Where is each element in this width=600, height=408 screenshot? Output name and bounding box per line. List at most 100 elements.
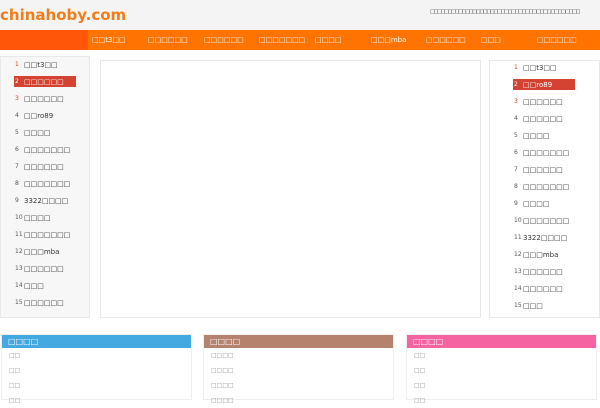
rank-number: 12 (514, 251, 522, 258)
nav-item[interactable]: □□□□□□ (204, 36, 244, 44)
rank-item[interactable]: 14 □□□□□□ (513, 283, 575, 294)
rank-number: 9 (15, 197, 19, 204)
nav-item[interactable]: □□□ (481, 36, 501, 44)
site-logo[interactable]: chinahoby.com (0, 6, 126, 24)
category-link[interactable]: □□ (407, 363, 596, 378)
rank-number: 11 (15, 231, 23, 238)
category-link[interactable]: □□ (407, 378, 596, 393)
rank-number: 1 (514, 64, 518, 71)
rank-title: □□□□□□ (523, 114, 563, 123)
rank-item[interactable]: 2 □□ro89 (513, 79, 575, 90)
rank-number: 2 (514, 81, 518, 88)
rank-item[interactable]: 10 □□□□□□□ (513, 215, 575, 226)
rank-number: 5 (15, 129, 19, 136)
rank-number: 13 (15, 265, 23, 272)
rank-item[interactable]: 4 □□□□□□ (513, 113, 575, 124)
rank-item[interactable]: 10 □□□□ (14, 212, 76, 223)
rank-title: □□□□□□ (24, 162, 64, 171)
category-link[interactable]: □□ (407, 393, 596, 408)
rank-item[interactable]: 3 □□□□□□ (14, 93, 76, 104)
left-rank-list: 1 □□t3□□ 2 □□□□□□ 3 □□□□□□ 4 □□ro89 5 □□□□ 6 □□□□□□… (0, 56, 90, 318)
rank-item[interactable]: 15 □□□ (513, 300, 575, 311)
rank-item[interactable]: 1 □□t3□□ (14, 59, 76, 70)
category-title[interactable]: □□□□ (407, 335, 596, 348)
rank-item[interactable]: 2 □□□□□□ (14, 76, 76, 87)
rank-item[interactable]: 4 □□ro89 (14, 110, 76, 121)
rank-number: 3 (15, 95, 19, 102)
rank-title: □□ro89 (523, 80, 553, 89)
category-link[interactable]: □□□□ (204, 363, 393, 378)
rank-number: 10 (514, 217, 522, 224)
rank-title: □□□□□□ (523, 267, 563, 276)
right-rank-list: 1 □□t3□□ 2 □□ro89 3 □□□□□□ 4 □□□□□□ 5 □□□□ 6 □□□□□□… (489, 60, 600, 318)
rank-number: 14 (514, 285, 522, 292)
rank-title: 3322□□□□ (24, 196, 69, 205)
rank-title: □□□□□□□ (523, 182, 570, 191)
rank-item[interactable]: 13 □□□□□□ (14, 263, 76, 274)
category-title[interactable]: □□□□ (204, 335, 393, 348)
rank-item[interactable]: 12 □□□mba (513, 249, 575, 260)
rank-item[interactable]: 11 3322□□□□ (513, 232, 575, 243)
rank-number: 9 (514, 200, 518, 207)
rank-item[interactable]: 3 □□□□□□ (513, 96, 575, 107)
rank-item[interactable]: 5 □□□□ (14, 127, 76, 138)
rank-item[interactable]: 8 □□□□□□□ (14, 178, 76, 189)
nav-item[interactable]: □□□□□□ (426, 36, 466, 44)
nav-item[interactable]: □□□□□□ (148, 36, 188, 44)
rank-number: 1 (15, 61, 19, 68)
nav-item[interactable]: □□□mba (371, 36, 406, 44)
rank-item[interactable]: 8 □□□□□□□ (513, 181, 575, 192)
nav-item[interactable]: □□t3□□ (92, 36, 126, 44)
rank-item[interactable]: 6 □□□□□□□ (14, 144, 76, 155)
category-link[interactable]: □□ (407, 348, 596, 363)
rank-title: □□□□□□ (24, 94, 64, 103)
rank-number: 3 (514, 98, 518, 105)
rank-number: 2 (15, 78, 19, 85)
rank-title: □□t3□□ (523, 63, 557, 72)
category-title[interactable]: □□□□ (2, 335, 191, 348)
category-box: □□□□ □□□□ □□□□ □□□□ □□□□ (203, 334, 394, 404)
rank-number: 8 (15, 180, 19, 187)
category-box: □□□□ □□ □□ □□ □□ (406, 334, 597, 404)
category-link[interactable]: □□ (2, 348, 191, 363)
rank-title: □□t3□□ (24, 60, 58, 69)
rank-title: □□□□ (523, 131, 550, 140)
rank-item[interactable]: 12 □□□mba (14, 246, 76, 257)
rank-item[interactable]: 14 □□□ (14, 280, 76, 291)
rank-number: 5 (514, 132, 518, 139)
rank-number: 12 (15, 248, 23, 255)
rank-item[interactable]: 15 □□□□□□ (14, 297, 76, 308)
rank-title: □□□□□□□ (523, 148, 570, 157)
rank-title: □□□□□□ (523, 284, 563, 293)
nav-item[interactable]: □□□□□□ (537, 36, 577, 44)
rank-item[interactable]: 1 □□t3□□ (513, 62, 575, 73)
rank-item[interactable]: 9 □□□□ (513, 198, 575, 209)
category-link[interactable]: □□□□ (204, 348, 393, 363)
rank-item[interactable]: 6 □□□□□□□ (513, 147, 575, 158)
rank-item[interactable]: 11 □□□□□□□ (14, 229, 76, 240)
rank-item[interactable]: 13 □□□□□□ (513, 266, 575, 277)
top-links[interactable]: □□□□□□□□□□□□□□□□□□□□□□□□□□□□□□ □□□□ □□□□… (430, 9, 600, 16)
rank-item[interactable]: 7 □□□□□□ (513, 164, 575, 175)
rank-number: 4 (514, 115, 518, 122)
category-link[interactable]: □□□□ (204, 393, 393, 408)
rank-item[interactable]: 7 □□□□□□ (14, 161, 76, 172)
rank-title: □□□□ (24, 128, 51, 137)
rank-title: □□□□□□□ (24, 179, 71, 188)
category-link[interactable]: □□ (2, 393, 191, 408)
rank-item[interactable]: 5 □□□□ (513, 130, 575, 141)
nav-item[interactable]: □□□□ (315, 36, 341, 44)
main-content (100, 60, 481, 318)
category-link[interactable]: □□□□ (204, 378, 393, 393)
rank-title: □□□mba (24, 247, 60, 256)
rank-number: 6 (15, 146, 19, 153)
rank-item[interactable]: 9 3322□□□□ (14, 195, 76, 206)
nav-item[interactable]: □□□□□□□ (259, 36, 305, 44)
category-link[interactable]: □□ (2, 363, 191, 378)
category-link[interactable]: □□ (2, 378, 191, 393)
rank-title: □□□□□□ (24, 264, 64, 273)
rank-number: 7 (15, 163, 19, 170)
rank-number: 7 (514, 166, 518, 173)
rank-title: □□□mba (523, 250, 559, 259)
rank-title: □□□□□□□ (523, 216, 570, 225)
